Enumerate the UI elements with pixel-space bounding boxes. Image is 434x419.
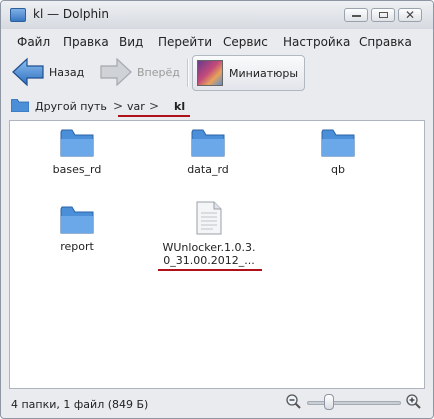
- close-button[interactable]: ✕: [398, 8, 422, 22]
- menu-settings[interactable]: Настройка: [283, 35, 350, 49]
- file-name-line2: 0_31.00.2012_...: [163, 254, 255, 267]
- status-text: 4 папки, 1 файл (849 Б): [11, 398, 149, 411]
- document-icon: [196, 201, 222, 235]
- minimize-icon: [352, 15, 361, 17]
- menu-edit[interactable]: Правка: [63, 35, 109, 49]
- file-name-line1: WUnlocker.1.0.3.: [162, 241, 256, 254]
- zoom-out-icon[interactable]: [285, 393, 303, 411]
- title-bar: kl — Dolphin ✕: [1, 1, 433, 29]
- menu-bar: Файл Правка Вид Перейти Сервис Настройка…: [1, 31, 433, 51]
- file-name: report: [60, 240, 94, 253]
- folder-icon: [60, 129, 94, 157]
- folder-icon: [11, 99, 29, 112]
- preview-image-icon: [197, 60, 223, 86]
- forward-button[interactable]: Вперёд: [99, 55, 180, 89]
- forward-arrow-icon: [100, 57, 132, 87]
- back-label: Назад: [49, 65, 85, 79]
- file-view: bases_rd data_rd qb report WUnlocker.1.0…: [9, 120, 425, 389]
- toolbar-separator: [187, 59, 189, 87]
- breadcrumb-separator: >: [149, 99, 160, 113]
- dolphin-window: kl — Dolphin ✕ Файл Правка Вид Перейти С…: [0, 0, 434, 419]
- back-arrow-icon: [12, 57, 44, 87]
- folder-item-data-rd[interactable]: data_rd: [158, 129, 258, 176]
- close-icon: ✕: [404, 8, 416, 22]
- zoom-in-icon[interactable]: [405, 393, 423, 411]
- toolbar: Назад Вперёд Миниатюры: [1, 53, 433, 95]
- folder-item-qb[interactable]: qb: [288, 129, 388, 176]
- folder-icon: [321, 129, 355, 157]
- forward-label: Вперёд: [137, 65, 180, 79]
- minimize-button[interactable]: [344, 8, 368, 22]
- preview-label: Миниатюры: [229, 66, 299, 80]
- folder-icon: [60, 206, 94, 234]
- window-title: kl — Dolphin: [33, 7, 109, 21]
- menu-go[interactable]: Перейти: [158, 35, 212, 49]
- file-name: qb: [331, 163, 345, 176]
- breadcrumb-root[interactable]: Другой путь: [35, 100, 107, 113]
- maximize-button[interactable]: [371, 8, 395, 22]
- file-name: bases_rd: [52, 163, 102, 176]
- breadcrumb-underline-annotation: [118, 115, 190, 117]
- folder-icon: [191, 129, 225, 157]
- folder-item-bases-rd[interactable]: bases_rd: [27, 129, 127, 176]
- zoom-slider-handle[interactable]: [323, 394, 334, 410]
- preview-toggle-button[interactable]: Миниатюры: [192, 55, 305, 91]
- breadcrumb: Другой путь > var > kl: [1, 97, 433, 117]
- file-item-wunlocker[interactable]: WUnlocker.1.0.3. 0_31.00.2012_...: [149, 201, 269, 267]
- menu-file[interactable]: Файл: [17, 35, 50, 49]
- status-bar: 4 папки, 1 файл (849 Б): [1, 389, 433, 418]
- breadcrumb-current[interactable]: kl: [174, 100, 185, 113]
- folder-app-icon: [10, 8, 26, 22]
- menu-view[interactable]: Вид: [119, 35, 143, 49]
- filename-underline-annotation: [158, 269, 262, 271]
- back-button[interactable]: Назад: [11, 55, 84, 89]
- breadcrumb-var[interactable]: var: [127, 100, 145, 113]
- maximize-icon: [379, 12, 388, 18]
- zoom-slider[interactable]: [307, 401, 401, 405]
- folder-item-report[interactable]: report: [27, 206, 127, 253]
- file-name: data_rd: [187, 163, 229, 176]
- breadcrumb-separator: >: [113, 99, 124, 113]
- menu-tools[interactable]: Сервис: [223, 35, 268, 49]
- menu-help[interactable]: Справка: [359, 35, 412, 49]
